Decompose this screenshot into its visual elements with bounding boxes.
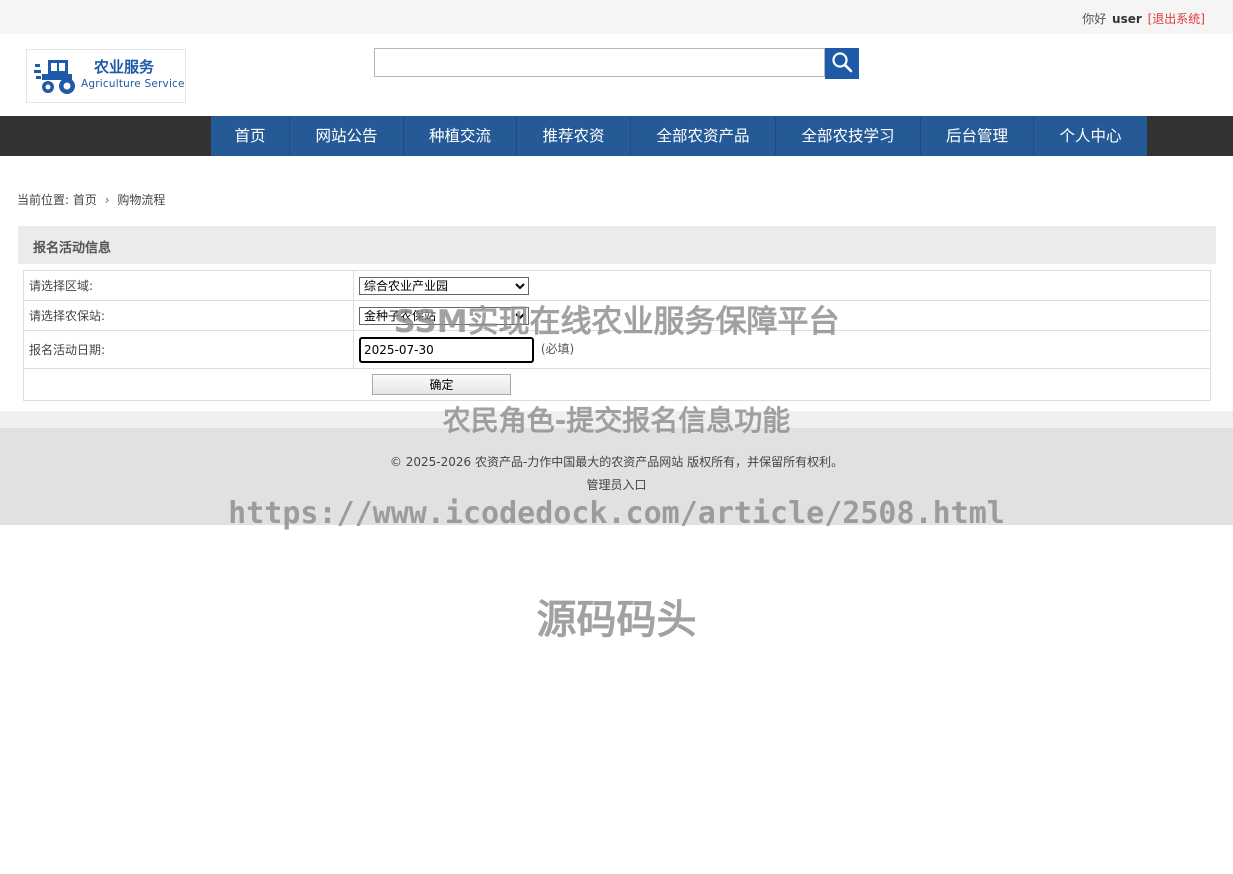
required-note: (必填): [540, 342, 575, 356]
footer-divider: [0, 411, 1233, 428]
search-icon: [831, 51, 853, 76]
logo-title: 农业服务: [94, 58, 155, 76]
form-row-submit: 确定: [23, 368, 1211, 401]
nav-item-all-products[interactable]: 全部农资产品: [631, 116, 776, 156]
nav-item-announcements[interactable]: 网站公告: [290, 116, 404, 156]
chevron-right-icon: ›: [104, 193, 110, 207]
signup-form: 请选择区域: 综合农业产业园 请选择农保站: 金种子农保站 报名活动日期: (必…: [23, 270, 1211, 401]
greeting-text: 你好: [1082, 12, 1107, 26]
date-input[interactable]: [359, 336, 534, 363]
station-cell: 金种子农保站: [353, 300, 1211, 331]
station-label: 请选择农保站:: [23, 300, 354, 331]
form-row-date: 报名活动日期: (必填): [23, 330, 1211, 369]
nav-item-all-learning[interactable]: 全部农技学习: [776, 116, 921, 156]
submit-cell: 确定: [23, 368, 1211, 401]
region-select[interactable]: 综合农业产业园: [359, 276, 529, 295]
logout-link[interactable]: [退出系统]: [1148, 12, 1205, 26]
date-cell: (必填): [353, 330, 1211, 369]
station-select[interactable]: 金种子农保站: [359, 306, 529, 325]
watermark-brand: 源码码头: [536, 597, 697, 643]
date-label: 报名活动日期:: [23, 330, 354, 369]
search-button[interactable]: [825, 48, 859, 79]
region-cell: 综合农业产业园: [353, 270, 1211, 301]
submit-button[interactable]: 确定: [372, 374, 511, 395]
search-input[interactable]: [374, 48, 825, 77]
panel-title: 报名活动信息: [33, 241, 112, 256]
panel-header: 报名活动信息: [18, 226, 1216, 264]
breadcrumb: 当前位置: 首页 › 购物流程: [17, 191, 165, 208]
user-box: 你好 user [退出系统]: [1082, 10, 1205, 27]
tractor-icon: [32, 56, 78, 99]
nav-item-home[interactable]: 首页: [211, 116, 290, 156]
form-row-region: 请选择区域: 综合农业产业园: [23, 270, 1211, 301]
site-logo[interactable]: 农业服务 Agriculture Service: [26, 49, 186, 103]
username: user: [1112, 12, 1142, 26]
nav-item-admin[interactable]: 后台管理: [921, 116, 1034, 156]
logo-subtitle: Agriculture Service: [81, 78, 185, 90]
breadcrumb-prefix: 当前位置:: [17, 193, 70, 207]
footer-copyright: © 2025-2026 农资产品-力作中国最大的农资产品网站 版权所有，并保留所…: [389, 455, 844, 469]
nav-item-planting-exchange[interactable]: 种植交流: [404, 116, 517, 156]
admin-login-link[interactable]: 管理员入口: [0, 476, 1233, 493]
breadcrumb-home[interactable]: 首页: [73, 193, 97, 207]
nav-item-personal-center[interactable]: 个人中心: [1034, 116, 1147, 156]
footer: © 2025-2026 农资产品-力作中国最大的农资产品网站 版权所有，并保留所…: [0, 428, 1233, 525]
top-bar: 你好 user [退出系统]: [0, 0, 1233, 34]
main-nav: 首页 网站公告 种植交流 推荐农资 全部农资产品 全部农技学习 后台管理 个人中…: [0, 116, 1233, 156]
region-label: 请选择区域:: [23, 270, 354, 301]
nav-item-recommended[interactable]: 推荐农资: [517, 116, 631, 156]
breadcrumb-current: 购物流程: [117, 193, 166, 207]
form-row-station: 请选择农保站: 金种子农保站: [23, 300, 1211, 331]
